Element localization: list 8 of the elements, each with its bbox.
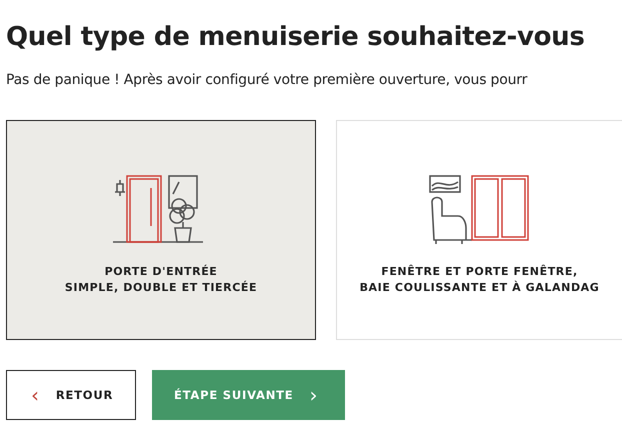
page-subtitle: Pas de panique ! Après avoir configuré votre première ouverture, vous pourr — [6, 72, 528, 88]
back-button[interactable]: ‹ RETOUR — [6, 370, 136, 420]
option-label: FENÊTRE ET PORTE FENÊTRE, BAIE COULISSANTE ET À GALANDAG — [360, 264, 600, 296]
option-card[interactable]: FENÊTRE ET PORTE FENÊTRE, BAIE COULISSANTE ET À GALANDAG — [336, 120, 622, 340]
page-title: Quel type de menuiserie souhaitez-vous — [6, 22, 585, 52]
option-card[interactable]: PORTE D'ENTRÉE SIMPLE, DOUBLE ET TIERCÉE — [6, 120, 316, 340]
next-step-button[interactable]: ÉTAPE SUIVANTE › — [152, 370, 345, 420]
option-label: PORTE D'ENTRÉE SIMPLE, DOUBLE ET TIERCÉE — [64, 264, 258, 296]
